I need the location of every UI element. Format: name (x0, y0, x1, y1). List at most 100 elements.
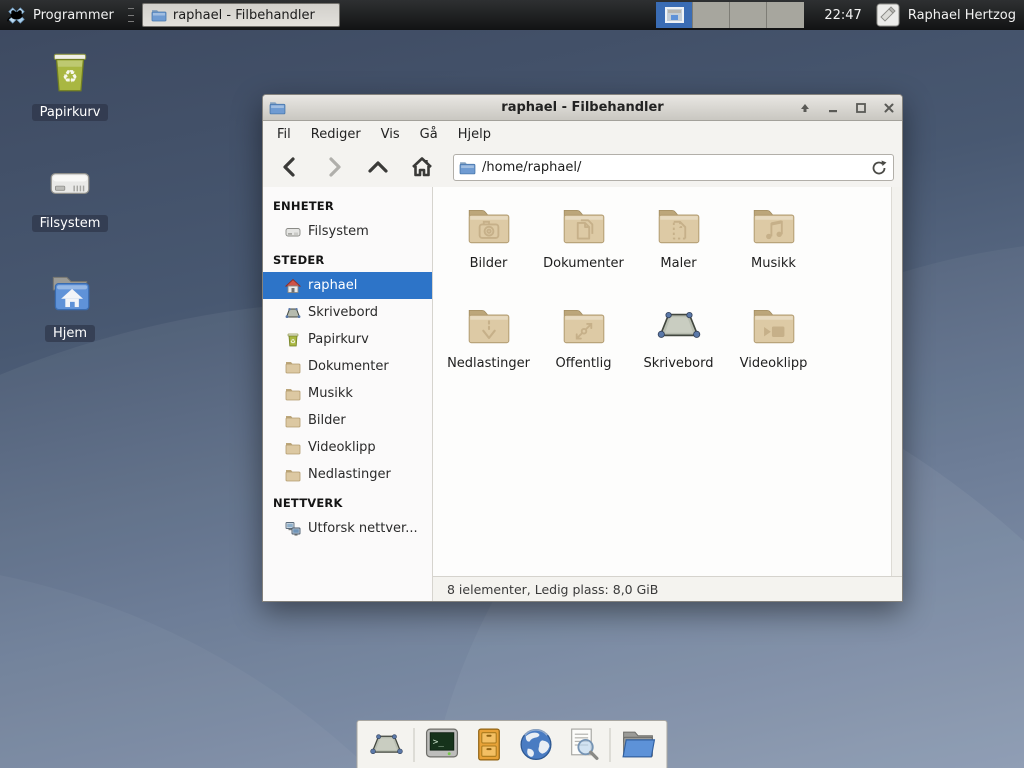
top-panel: Programmer raphael - Filbehandler 22:47 … (0, 0, 1024, 30)
applications-menu-label: Programmer (33, 8, 114, 23)
applications-menu-button[interactable]: Programmer (0, 0, 124, 30)
workspace-window-preview (665, 7, 684, 23)
panel-grip-handle[interactable] (128, 8, 134, 22)
desktop-icon-trash[interactable]: Papirkurv (18, 47, 122, 121)
window-icon (269, 99, 286, 116)
network-icon (285, 521, 301, 537)
file-manager-launcher[interactable] (618, 726, 658, 764)
folder-icon (285, 467, 301, 483)
sidebar-header-devices: ENHETER (263, 191, 432, 218)
sidebar-header-network: NETTVERK (263, 488, 432, 515)
workspace-1[interactable] (656, 2, 693, 28)
folder-icon (151, 7, 167, 23)
menu-go[interactable]: Gå (410, 124, 448, 145)
menu-help[interactable]: Hjelp (448, 124, 501, 145)
desktop-icon-home[interactable]: Hjem (18, 268, 122, 342)
desktop-icon (285, 305, 301, 321)
workspace-3[interactable] (730, 2, 767, 28)
file-item-label: Videoklipp (740, 356, 808, 371)
taskbar-window-button[interactable]: raphael - Filbehandler (142, 3, 340, 27)
close-button[interactable] (882, 101, 896, 115)
workspace-2[interactable] (693, 2, 730, 28)
folder-music-icon (749, 201, 799, 251)
workspace-4[interactable] (767, 2, 804, 28)
sidebar-item-filesystem[interactable]: Filsystem (263, 218, 432, 245)
search-files-launcher[interactable] (563, 726, 603, 764)
desktop-icon-label: Papirkurv (32, 104, 109, 121)
menu-file[interactable]: Fil (267, 124, 301, 145)
file-item-offentlig[interactable]: Offentlig (536, 301, 631, 401)
folder-icon (285, 386, 301, 402)
folder-documents-icon (559, 201, 609, 251)
file-item-musikk[interactable]: Musikk (726, 201, 821, 301)
home-folder-icon (45, 268, 95, 318)
globe-icon (517, 726, 554, 763)
sidebar-item-music[interactable]: Musikk (263, 380, 432, 407)
folder-icon (285, 359, 301, 375)
sidebar-item-label: Videoklipp (308, 440, 376, 455)
desktop-icon-label: Hjem (45, 325, 95, 342)
sidebar-item-label: Musikk (308, 386, 353, 401)
file-item-maler[interactable]: Maler (631, 201, 726, 301)
sidebar-header-places: STEDER (263, 245, 432, 272)
user-name: Raphael Hertzog (908, 8, 1016, 23)
folder-pictures-icon (464, 201, 514, 251)
minimize-button[interactable] (826, 101, 840, 115)
desktop-icon-filesystem[interactable]: Filsystem (18, 158, 122, 232)
user-menu-button[interactable]: Raphael Hertzog (872, 0, 1024, 30)
sidebar-item-browse-network[interactable]: Utforsk nettver... (263, 515, 432, 542)
sidebar-item-desktop[interactable]: Skrivebord (263, 299, 432, 326)
maximize-button[interactable] (854, 101, 868, 115)
drive-icon (45, 158, 95, 208)
forward-button[interactable] (315, 152, 353, 182)
file-item-nedlastinger[interactable]: Nedlastinger (441, 301, 536, 401)
reload-icon[interactable] (870, 159, 888, 177)
folder-templates-icon (654, 201, 704, 251)
sidebar-item-trash[interactable]: Papirkurv (263, 326, 432, 353)
folder-icon (459, 159, 476, 176)
folder-icon (285, 440, 301, 456)
sidebar-item-documents[interactable]: Dokumenter (263, 353, 432, 380)
file-item-videoklipp[interactable]: Videoklipp (726, 301, 821, 401)
taskbar-window-label: raphael - Filbehandler (173, 8, 315, 23)
bottom-dock (357, 720, 668, 768)
trash-icon (285, 332, 301, 348)
sidebar-item-label: raphael (308, 278, 357, 293)
search-document-icon (564, 726, 601, 763)
file-item-label: Dokumenter (543, 256, 624, 271)
web-browser-launcher[interactable] (516, 726, 556, 764)
file-cabinet-launcher[interactable] (469, 726, 509, 764)
file-item-dokumenter[interactable]: Dokumenter (536, 201, 631, 301)
side-pane: ENHETER Filsystem STEDER raphael Skriveb… (263, 187, 433, 601)
trash-icon (45, 47, 95, 97)
terminal-launcher[interactable] (422, 726, 462, 764)
statusbar: 8 ielementer, Ledig plass: 8,0 GiB (433, 576, 902, 601)
file-manager-window: raphael - Filbehandler Fil Rediger Vis G… (262, 94, 903, 602)
desktop-icon-label: Filsystem (32, 215, 109, 232)
shade-button[interactable] (798, 101, 812, 115)
sidebar-item-videos[interactable]: Videoklipp (263, 434, 432, 461)
file-item-skrivebord[interactable]: Skrivebord (631, 301, 726, 401)
path-input[interactable] (453, 154, 894, 181)
file-icon-view[interactable]: Bilder Dokumenter (433, 187, 902, 576)
clock: 22:47 (824, 8, 861, 23)
show-desktop-button[interactable] (367, 726, 407, 764)
sidebar-item-downloads[interactable]: Nedlastinger (263, 461, 432, 488)
menubar: Fil Rediger Vis Gå Hjelp (263, 121, 902, 147)
sidebar-item-raphael[interactable]: raphael (263, 272, 432, 299)
terminal-icon (423, 726, 460, 763)
statusbar-text: 8 ielementer, Ledig plass: 8,0 GiB (447, 582, 658, 597)
dock-separator (610, 728, 611, 762)
vertical-scrollbar[interactable] (891, 187, 902, 576)
file-item-bilder[interactable]: Bilder (441, 201, 536, 301)
up-button[interactable] (359, 152, 397, 182)
file-item-label: Skrivebord (643, 356, 713, 371)
menu-edit[interactable]: Rediger (301, 124, 371, 145)
toolbar (263, 147, 902, 187)
sidebar-item-pictures[interactable]: Bilder (263, 407, 432, 434)
location-bar (453, 154, 894, 181)
menu-view[interactable]: Vis (371, 124, 410, 145)
home-button[interactable] (403, 152, 441, 182)
titlebar[interactable]: raphael - Filbehandler (263, 95, 902, 121)
back-button[interactable] (271, 152, 309, 182)
